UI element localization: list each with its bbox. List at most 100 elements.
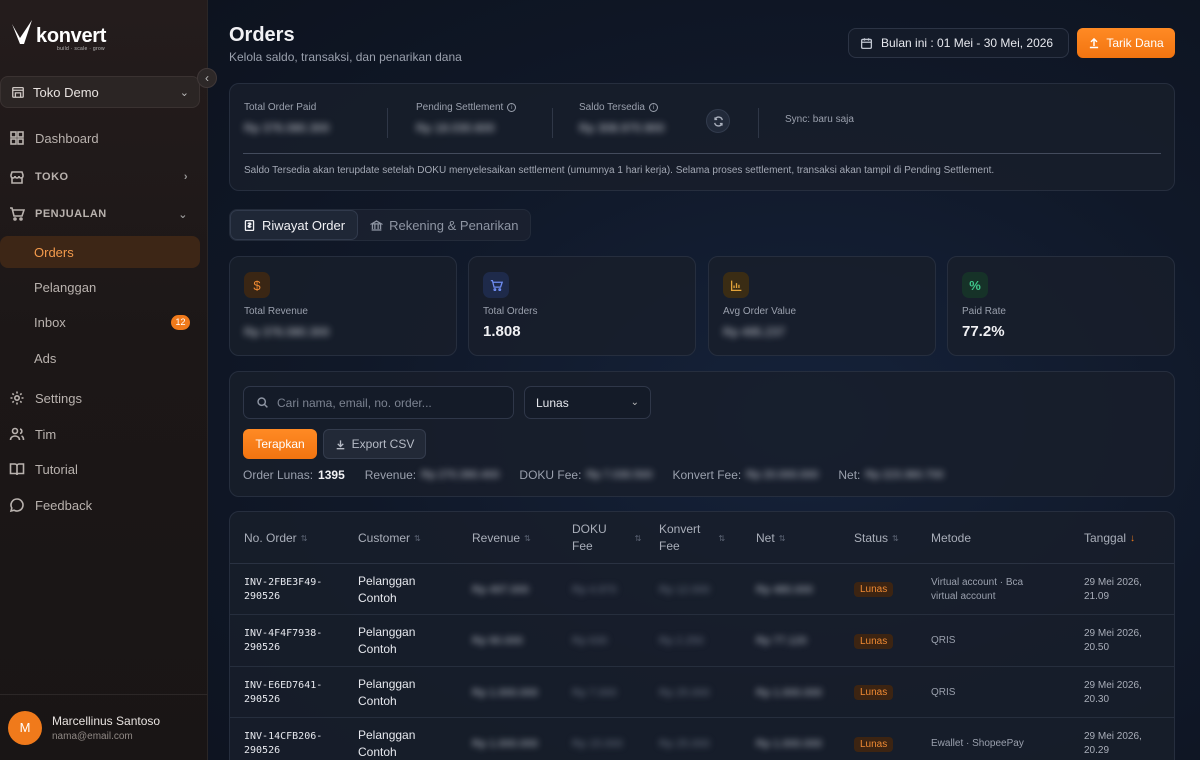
store-name: Toko Demo [33,84,99,100]
sort-icon: ⇅ [524,533,531,543]
sidebar-item-tutorial[interactable]: Tutorial [0,453,200,485]
pending-settlement: Pending Settlement i Rp 18.030.600 [416,102,517,135]
cell-status: Lunas [854,564,894,615]
brand-tagline: build · scale · grow [57,46,105,52]
cell-doku-fee: Rp 630 [572,635,608,647]
summary-doku-fee: DOKU Fee: Rp 7.030.500 [519,468,652,482]
sort-icon: ⇅ [300,533,308,543]
tab-label: Rekening & Penarikan [389,217,519,233]
column-label: Tanggal [1084,531,1127,545]
sidebar-item-label: Feedback [35,497,93,513]
cell-customer: Pelanggan Contoh [358,676,416,708]
sidebar-section-toko[interactable]: TOKO › [0,161,200,193]
upload-icon [1090,37,1099,49]
download-icon [336,439,344,449]
cell-date: 29 Mei 2026, 20.30 [1084,679,1142,705]
sync-status: Sync: baru saja [785,114,854,125]
stat-label: Total Orders [483,306,538,317]
column-header-doku-fee[interactable]: DOKU Fee ⇅ [572,512,641,564]
column-header-customer[interactable]: Customer ⇅ [358,512,421,564]
page-subtitle: Kelola saldo, transaksi, dan penarikan d… [229,50,462,64]
date-range-picker[interactable]: Bulan ini : 01 Mei - 30 Mei, 2026 [848,28,1069,58]
total-order-paid-label: Total Order Paid [244,102,317,113]
user-profile[interactable]: M Marcellinus Santoso nama@email.com [0,694,208,760]
sort-icon: ⇅ [778,533,786,543]
column-header-net[interactable]: Net ⇅ [756,512,785,564]
tab-riwayat-order[interactable]: Riwayat Order [230,210,359,240]
table-row[interactable]: INV-E6ED7641- 290526 Pelanggan Contoh Rp 1… [230,667,1174,718]
settlement-note: Saldo Tersedia akan terupdate setelah DO… [244,165,995,176]
table-header: No. Order ⇅ Customer ⇅ Revenue ⇅ DOKU Fee ⇅ … [230,512,1174,564]
stat-value: Rp 495.237 [723,325,786,339]
total-order-paid-value: Rp 376.080.300 [244,121,330,135]
apply-filter-button[interactable]: Terapkan [243,429,317,459]
sidebar-item-inbox[interactable]: Inbox 12 [0,306,200,338]
konvert-logo[interactable]: konvert build · scale · grow [10,18,106,52]
table-row[interactable]: INV-14CFB206- 290526 Pelanggan Contoh Rp 1… [230,719,1174,760]
status-filter-select[interactable]: Lunas ⌄ [524,386,651,419]
sidebar-item-pelanggan[interactable]: Pelanggan [0,271,200,303]
cell-status: Lunas [854,667,894,718]
summary-label: Revenue: [364,468,417,482]
stat-label: Paid Rate [962,306,1006,317]
cell-status: Lunas [854,616,894,667]
cell-customer: Pelanggan Contoh [358,625,416,656]
divider [387,108,388,138]
sidebar-item-dashboard[interactable]: Dashboard [0,122,200,154]
shop-icon [10,171,24,184]
calendar-icon [860,37,873,49]
collapse-sidebar-button[interactable]: ‹ [197,68,217,88]
info-icon[interactable]: i [648,103,658,112]
column-header-order[interactable]: No. Order ⇅ [244,512,307,564]
cell-method: QRIS [931,635,956,646]
column-header-konvert-fee[interactable]: Konvert Fee ⇅ [659,512,725,564]
sidebar: konvert build · scale · grow Toko Demo ⌄… [0,0,208,760]
column-label: Status [854,531,889,545]
table-row[interactable]: INV-4F4F7938- 290526 Pelanggan Contoh Rp 9… [230,616,1174,667]
chat-bubble-icon [9,498,24,513]
user-name: Marcellinus Santoso [52,713,161,728]
filter-panel: Lunas ⌄ Terapkan Export CSV Order Lunas:… [229,371,1175,497]
stat-card-total-revenue: $ Total Revenue Rp 376.080.300 [229,256,457,356]
konvert-logo-mark-icon [12,20,32,44]
sidebar-item-label: Settings [35,390,82,406]
cell-order-number: INV-E6ED7641- 290526 [244,679,323,705]
cell-date: 29 Mei 2026, 20.29 [1084,731,1142,756]
store-selector[interactable]: Toko Demo ⌄ [0,76,200,108]
search-field[interactable] [243,386,514,419]
sidebar-item-settings[interactable]: Settings [0,382,200,414]
dashboard-icon [10,131,24,145]
saldo-tersedia: Saldo Tersedia i Rp 308.970.900 [579,102,664,135]
sidebar-item-feedback[interactable]: Feedback [0,489,200,521]
column-header-revenue[interactable]: Revenue ⇅ [472,512,531,564]
info-icon[interactable]: i [507,103,517,112]
refresh-button[interactable] [706,109,730,133]
sidebar-item-label: Orders [34,244,74,260]
export-csv-button[interactable]: Export CSV [323,429,426,459]
column-header-status[interactable]: Status ⇅ [854,512,899,564]
sidebar-item-label: Pelanggan [34,279,97,295]
cell-method: Ewallet · ShopeePay [931,738,1024,749]
summary-value: Rp 270.390.400 [421,469,500,481]
cell-net: Rp 77.120 [756,635,807,647]
sidebar-item-tim[interactable]: Tim [0,418,200,450]
page-title: Orders [229,24,295,46]
table-row[interactable]: INV-2FBE3F49- 290526 Pelanggan Contoh Rp 4… [230,564,1174,615]
cell-customer: Pelanggan Contoh [358,573,416,605]
dollar-icon: $ [244,272,270,298]
sidebar-section-penjualan[interactable]: PENJUALAN ⌄ [0,198,200,230]
stat-card-paid-rate: % Paid Rate 77.2% [947,256,1175,356]
summary-label: Net: [838,468,861,482]
search-input[interactable] [277,395,497,410]
chevron-down-icon: ⌄ [179,86,189,99]
sidebar-item-orders[interactable]: Orders [0,236,200,268]
cell-doku-fee: Rp 7.000 [572,686,617,699]
column-header-method: Metode [931,512,971,564]
column-label: Revenue [472,531,521,545]
cell-net: Rp 1.000.000 [756,686,823,699]
sidebar-item-ads[interactable]: Ads [0,342,200,374]
summary-label: Konvert Fee: [672,468,742,482]
withdraw-button[interactable]: Tarik Dana [1077,28,1175,58]
tab-rekening-penarikan[interactable]: Rekening & Penarikan [358,210,530,240]
column-header-date[interactable]: Tanggal ↓ [1084,512,1135,564]
